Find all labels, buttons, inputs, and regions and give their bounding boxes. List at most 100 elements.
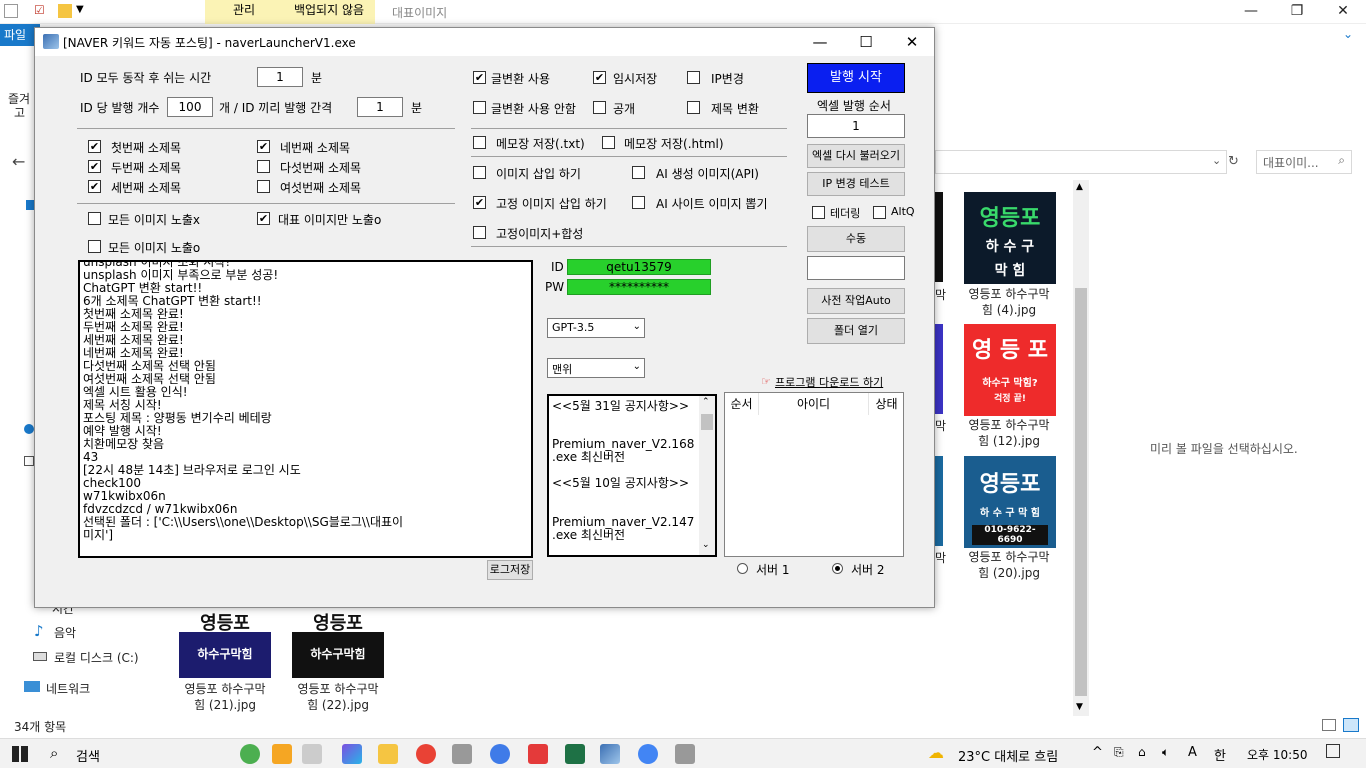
excel-icon[interactable] bbox=[565, 744, 585, 764]
help-chevron-icon[interactable]: ⌄ bbox=[1343, 27, 1353, 41]
public-checkbox[interactable] bbox=[593, 101, 606, 114]
network-icon[interactable]: ⌂ bbox=[1138, 745, 1146, 759]
weather-text[interactable]: 23°C 대체로 흐림 bbox=[958, 746, 1058, 765]
download-link[interactable]: 프로그램 다운로드 하기 bbox=[775, 374, 883, 390]
id-input[interactable]: qetu13579 bbox=[567, 259, 711, 275]
server-1-radio[interactable] bbox=[737, 563, 748, 574]
partial-thumb[interactable] bbox=[935, 456, 943, 546]
sidebar-item-network[interactable]: 네트워크 bbox=[46, 680, 90, 697]
naver-launcher-taskbar-icon[interactable] bbox=[600, 744, 620, 764]
minimize-button[interactable]: — bbox=[797, 28, 843, 56]
chrome-icon[interactable] bbox=[416, 744, 436, 764]
thumbnail-image[interactable]: 영등포 하 수 구 막 힘 bbox=[964, 192, 1056, 284]
altq-checkbox[interactable] bbox=[873, 206, 886, 219]
partial-thumb[interactable] bbox=[935, 324, 943, 414]
taskbar-search-label[interactable]: 검색 bbox=[76, 746, 100, 765]
explorer-close-button[interactable]: ✕ bbox=[1320, 0, 1366, 24]
fixed-image-checkbox[interactable]: ✔ bbox=[473, 196, 486, 209]
rewrite-off-checkbox[interactable] bbox=[473, 101, 486, 114]
memo-html-checkbox[interactable] bbox=[602, 136, 615, 149]
file-list-scrollbar[interactable]: ▲ ▼ bbox=[1073, 180, 1089, 716]
quick-access-icon[interactable] bbox=[4, 4, 18, 18]
notice-scrollbar[interactable]: ⌃ ⌄ bbox=[699, 396, 715, 555]
dictionary-auto-button[interactable]: 사전 작업Auto bbox=[807, 288, 905, 314]
sidebar-item-music[interactable]: 음악 bbox=[54, 624, 76, 641]
thumbnail-image[interactable]: 영등포 하 수 구 막 힘 010-9622-6690 bbox=[964, 456, 1056, 548]
account-table[interactable]: 순서 아이디 상태 bbox=[724, 392, 904, 557]
subtitle-6-checkbox[interactable] bbox=[257, 180, 270, 193]
column-header-order[interactable]: 순서 bbox=[725, 393, 759, 415]
meet-icon[interactable]: ⎘ bbox=[1114, 745, 1124, 760]
manual-button[interactable]: 수동 bbox=[807, 226, 905, 252]
browser-icon[interactable] bbox=[490, 744, 510, 764]
app-icon[interactable] bbox=[452, 744, 472, 764]
subtitle-2-checkbox[interactable]: ✔ bbox=[88, 160, 101, 173]
server-2-radio[interactable] bbox=[832, 563, 843, 574]
memo-txt-checkbox[interactable] bbox=[473, 136, 486, 149]
chrome-icon[interactable] bbox=[638, 744, 658, 764]
partial-thumb[interactable] bbox=[935, 192, 943, 282]
thumbnail-image[interactable]: 영등포 하수구막힘 bbox=[179, 608, 271, 678]
subtitle-4-checkbox[interactable]: ✔ bbox=[257, 140, 270, 153]
column-header-id[interactable]: 아이디 bbox=[759, 393, 869, 415]
remote-icon[interactable] bbox=[528, 744, 548, 764]
tray-chevron-up-icon[interactable]: ^ bbox=[1092, 745, 1103, 760]
notification-icon[interactable] bbox=[1326, 744, 1340, 758]
ribbon-tab-backup[interactable]: 백업되지 않음 bbox=[283, 0, 375, 24]
subtitle-3-checkbox[interactable]: ✔ bbox=[88, 180, 101, 193]
scrollbar-thumb[interactable] bbox=[701, 414, 713, 430]
ribbon-tab-manage[interactable]: 관리 bbox=[205, 0, 283, 24]
copilot-icon[interactable] bbox=[342, 744, 362, 764]
explorer-minimize-button[interactable]: — bbox=[1228, 0, 1274, 24]
interval-input[interactable]: 1 bbox=[357, 97, 403, 117]
ai-site-image-checkbox[interactable] bbox=[632, 196, 645, 209]
search-input[interactable]: 대표이미... ⌕ bbox=[1256, 150, 1352, 174]
log-textarea[interactable]: unsplash 이미지 조회 시작! unsplash 이미지 부족으로 부분 … bbox=[78, 260, 533, 558]
ime-mode[interactable]: A bbox=[1188, 745, 1197, 760]
thumbnail-image[interactable]: 영등포 하수구막힘 bbox=[292, 608, 384, 678]
volume-icon[interactable]: 🔈︎ bbox=[1162, 745, 1169, 760]
ai-image-api-checkbox[interactable] bbox=[632, 166, 645, 179]
main-image-only-checkbox[interactable]: ✔ bbox=[257, 212, 270, 225]
model-select[interactable]: GPT-3.5 ⌄ bbox=[547, 318, 645, 338]
ip-test-button[interactable]: IP 변경 테스트 bbox=[807, 172, 905, 196]
open-folder-button[interactable]: 폴더 열기 bbox=[807, 318, 905, 344]
widget-globe-icon[interactable] bbox=[240, 744, 260, 764]
task-view-icon[interactable] bbox=[302, 744, 322, 764]
close-button[interactable]: ✕ bbox=[889, 28, 935, 56]
rewrite-on-checkbox[interactable]: ✔ bbox=[473, 71, 486, 84]
post-count-input[interactable]: 100 bbox=[167, 97, 213, 117]
fixed-composite-checkbox[interactable] bbox=[473, 226, 486, 239]
app-icon[interactable] bbox=[675, 744, 695, 764]
thumbnail-view-icon[interactable] bbox=[1343, 718, 1359, 732]
publish-start-button[interactable]: 발행 시작 bbox=[807, 63, 905, 93]
excel-reload-button[interactable]: 엑셀 다시 불러오기 bbox=[807, 144, 905, 168]
excel-order-input[interactable]: 1 bbox=[807, 114, 905, 138]
explorer-maximize-button[interactable]: ❐ bbox=[1274, 0, 1320, 24]
thumbnail-image[interactable]: 영 등 포 하수구 막힘? 걱정 끝! bbox=[964, 324, 1056, 416]
pw-input[interactable]: ********** bbox=[567, 279, 711, 295]
rest-time-input[interactable]: 1 bbox=[257, 67, 303, 87]
tethering-checkbox[interactable] bbox=[812, 206, 825, 219]
log-save-button[interactable]: 로그저장 bbox=[487, 560, 533, 580]
subtitle-5-checkbox[interactable] bbox=[257, 160, 270, 173]
refresh-icon[interactable]: ↻ bbox=[1228, 154, 1239, 169]
scrollbar-thumb[interactable] bbox=[1075, 288, 1087, 696]
file-explorer-icon[interactable] bbox=[378, 744, 398, 764]
checklist-icon[interactable]: ☑ bbox=[34, 3, 48, 19]
notice-textbox[interactable]: <<5월 31일 공지사항>> Premium_naver_V2.168 .ex… bbox=[547, 394, 717, 557]
back-arrow-icon[interactable]: ← bbox=[12, 152, 25, 171]
no-image-checkbox[interactable] bbox=[88, 212, 101, 225]
search-icon[interactable]: ⌕ bbox=[50, 744, 58, 762]
language-indicator[interactable]: 한 bbox=[1214, 745, 1226, 764]
draft-save-checkbox[interactable]: ✔ bbox=[593, 71, 606, 84]
details-view-icon[interactable] bbox=[1322, 719, 1336, 731]
widgets-icon[interactable] bbox=[272, 744, 292, 764]
sidebar-item-local-disk[interactable]: 로컬 디스크 (C:) bbox=[54, 649, 139, 666]
manual-input[interactable] bbox=[807, 256, 905, 280]
start-windows-icon[interactable] bbox=[12, 746, 28, 762]
subtitle-1-checkbox[interactable]: ✔ bbox=[88, 140, 101, 153]
chevron-down-icon[interactable]: ▼ bbox=[76, 4, 84, 15]
position-select[interactable]: 맨위 ⌄ bbox=[547, 358, 645, 378]
column-header-status[interactable]: 상태 bbox=[869, 393, 904, 415]
